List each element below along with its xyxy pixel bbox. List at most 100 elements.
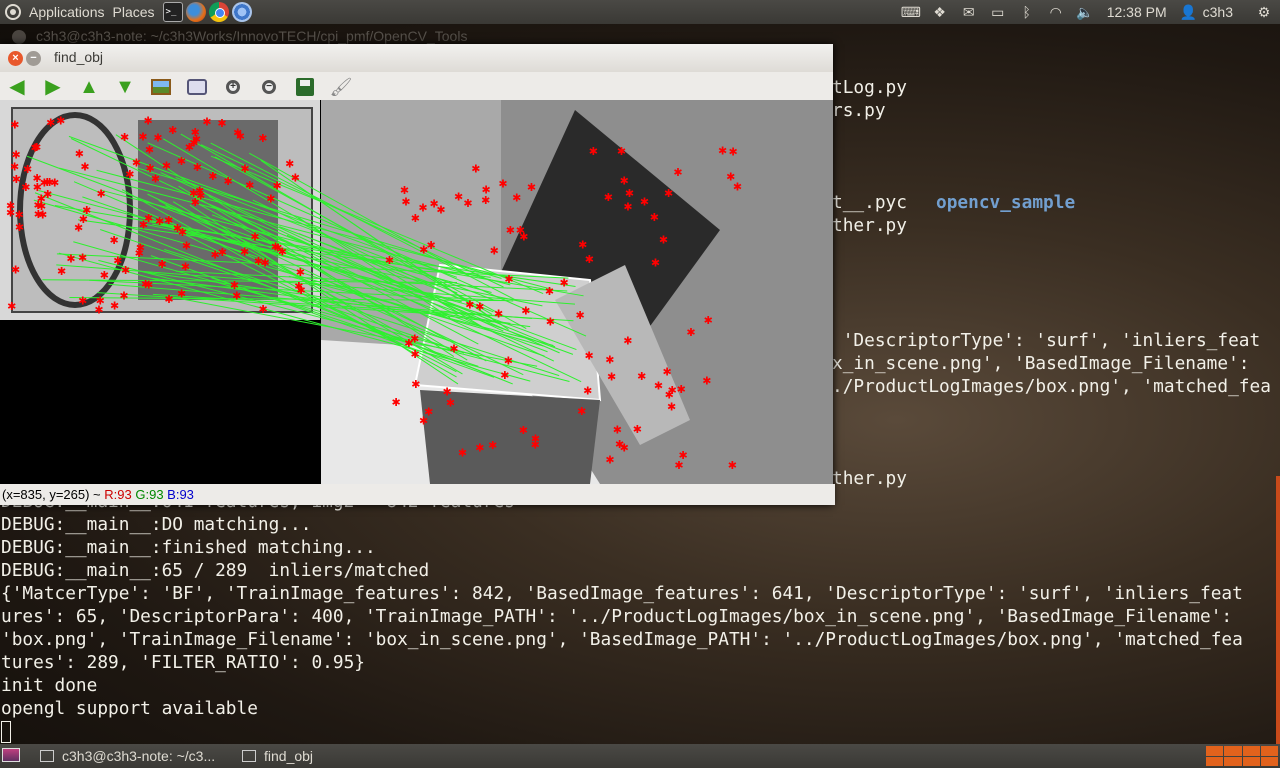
keypoint-marker: ✱ [296,284,305,297]
places-menu[interactable]: Places [113,4,155,20]
terminal-scrollbar[interactable] [1276,476,1280,744]
terminal-line: x_in_scene.png', 'BasedImage_Filename': [832,353,1250,374]
keypoint-marker: ✱ [31,141,40,154]
keypoint-marker: ✱ [12,173,21,186]
keypoint-marker: ✱ [531,439,540,452]
terminal-line: tLog.py [832,77,907,98]
bluetooth-icon[interactable]: ᛒ [1017,4,1037,20]
workspace-2[interactable] [1224,746,1242,756]
terminal-line: opengl support available [1,698,258,719]
zoom-in-button[interactable]: + [220,75,246,99]
terminal-line: 'box.png', 'TrainImage_Filename': 'box_i… [1,629,1243,650]
keypoint-marker: ✱ [665,388,674,401]
keypoint-marker: ✱ [442,385,451,398]
keypoint-marker: ✱ [245,179,254,192]
keypoint-marker: ✱ [291,172,300,185]
window-title: find_obj [54,49,104,65]
status-blue: B:93 [167,487,194,502]
bottom-panel: c3h3@c3h3-note: ~/c3... find_obj [0,744,1280,768]
applications-menu[interactable]: Applications [29,4,105,20]
terminal-task-icon [40,750,54,762]
find-obj-titlebar[interactable]: × − find_obj [0,44,833,72]
zoom-out-button[interactable]: − [256,75,282,99]
workspace-5[interactable] [1206,756,1224,766]
workspace-4[interactable] [1260,746,1278,756]
user-menu[interactable]: c3h3 [1203,4,1233,20]
keypoint-marker: ✱ [78,294,87,307]
keypoint-marker: ✱ [400,184,409,197]
window-task-icon [242,750,256,762]
terminal-close-icon[interactable] [12,30,26,44]
keypoint-marker: ✱ [177,155,186,168]
show-desktop-icon[interactable] [2,748,20,762]
keypoint-marker: ✱ [96,187,105,200]
zoom-fit-button[interactable] [148,75,174,99]
workspace-8[interactable] [1260,756,1278,766]
workspace-switcher[interactable] [1206,746,1278,766]
keypoint-marker: ✱ [75,147,84,160]
terminal-launcher-icon[interactable]: >_ [162,2,183,22]
keypoint-marker: ✱ [481,194,490,207]
keypoint-marker: ✱ [240,163,249,176]
keypoint-marker: ✱ [418,201,427,214]
close-icon[interactable]: × [8,51,23,66]
minimize-icon[interactable]: − [26,51,41,66]
keypoint-marker: ✱ [178,226,187,239]
taskbar-find-obj[interactable]: find_obj [242,746,392,766]
zoom-in-icon: + [226,80,240,94]
keypoint-marker: ✱ [138,130,147,143]
chromium-launcher-icon[interactable] [231,2,252,22]
keypoint-marker: ✱ [578,239,587,252]
keypoint-marker: ✱ [208,170,217,183]
keypoint-marker: ✱ [385,254,394,267]
keypoint-marker: ✱ [135,247,144,260]
workspace-1[interactable] [1206,746,1224,756]
keypoint-marker: ✱ [80,160,89,173]
terminal-line: DEBUG:__main__:DO matching... [1,514,312,535]
volume-icon[interactable]: 🔈 [1075,4,1095,20]
keypoint-marker: ✱ [494,307,503,320]
keypoint-marker: ✱ [15,208,24,221]
gear-icon[interactable]: ⚙ [1254,4,1274,20]
keypoint-marker: ✱ [46,116,55,129]
clock[interactable]: 12:38 PM [1107,4,1167,20]
keypoint-marker: ✱ [271,240,280,253]
workspace-6[interactable] [1224,756,1242,766]
battery-icon[interactable]: ▭ [988,4,1008,20]
keypoint-marker: ✱ [620,175,629,188]
keypoint-marker: ✱ [519,231,528,244]
ubuntu-logo-icon[interactable] [5,4,21,20]
brush-icon[interactable]: 🖌 [328,75,354,99]
firefox-launcher-icon[interactable] [185,2,206,22]
terminal-output[interactable]: DEBUG:__main__:DO matching... DEBUG:__mai… [1,513,1243,720]
keypoint-marker: ✱ [605,454,614,467]
find-obj-toolbar: ◀ ▶ ▲ ▼ + − 🖌 [0,72,833,102]
keypoint-marker: ✱ [702,375,711,388]
keypoint-marker: ✱ [604,191,613,204]
keyboard-icon[interactable]: ⌨ [901,4,921,20]
keypoint-marker: ✱ [21,181,30,194]
keypoint-marker: ✱ [193,161,202,174]
taskbar-terminal[interactable]: c3h3@c3h3-note: ~/c3... [40,746,230,766]
chrome-launcher-icon[interactable] [208,2,229,22]
keypoint-marker: ✱ [500,369,509,382]
keypoint-marker: ✱ [66,252,75,265]
workspace-7[interactable] [1242,756,1260,766]
image-icon [151,79,171,95]
terminal-line: ther.py [832,468,907,489]
mail-icon[interactable]: ✉ [959,4,979,20]
arrow-up-icon[interactable]: ▲ [76,75,102,99]
arrow-left-icon[interactable]: ◀ [4,75,30,99]
find-obj-window[interactable]: × − find_obj ◀ ▶ ▲ ▼ + − 🖌 ✱ ✱ ✱ ✱ ✱ ✱ ✱ ✱ ✱ ✱ ✱ ✱ ✱… [0,44,835,505]
arrow-down-icon[interactable]: ▼ [112,75,138,99]
keypoint-marker: ✱ [411,378,420,391]
image-canvas[interactable]: ✱ ✱ ✱ ✱ ✱ ✱ ✱ ✱ ✱ ✱ ✱ ✱ ✱ ✱ ✱ ✱ ✱ ✱ ✱ ✱ ✱ ✱ ✱ ✱ ✱ ✱ ✱ ✱ ✱ ✱ ✱ ✱ ✱ ✱ ✱ ✱ ✱ ✱ ✱ ✱… [0,100,833,484]
zoom-roi-button[interactable] [184,75,210,99]
wifi-icon[interactable]: ◠ [1046,4,1066,20]
user-icon: 👤 [1179,4,1198,20]
arrow-right-icon[interactable]: ▶ [40,75,66,99]
workspace-3[interactable] [1242,746,1260,756]
keypoint-marker: ✱ [15,221,24,234]
dropbox-icon[interactable]: ❖ [930,4,950,20]
save-button[interactable] [292,75,318,99]
